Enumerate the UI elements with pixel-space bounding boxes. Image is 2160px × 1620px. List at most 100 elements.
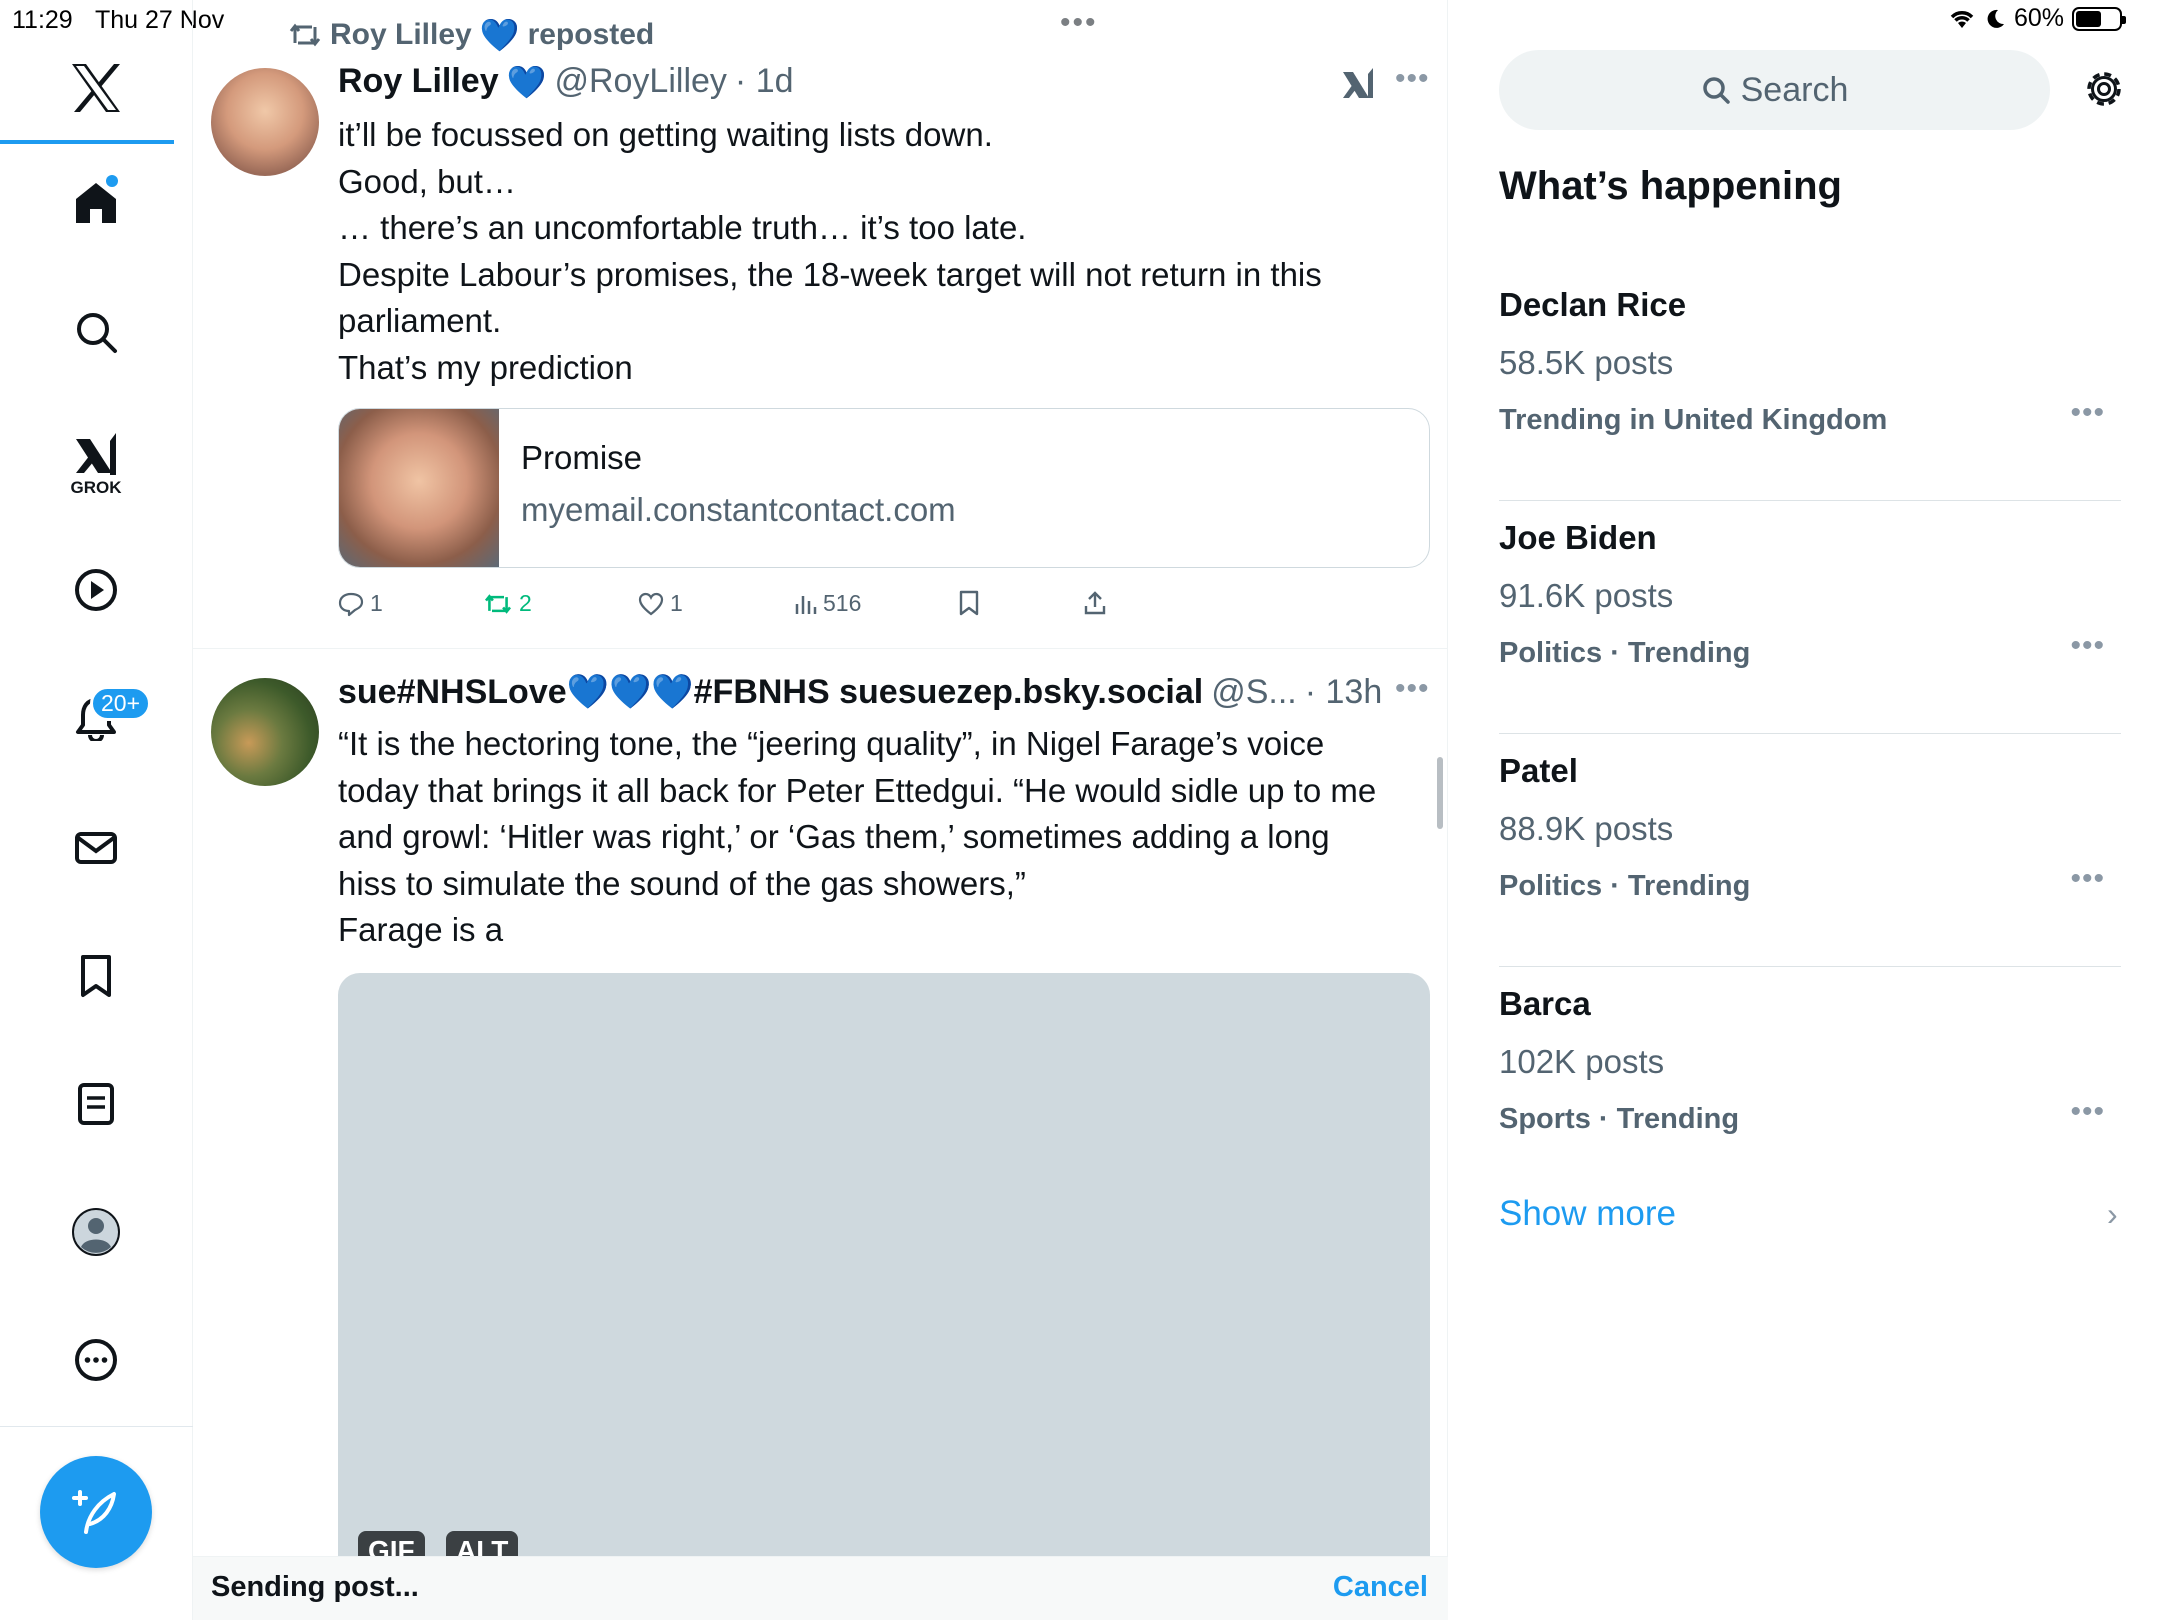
share-icon (1084, 591, 1106, 615)
home-unread-dot (106, 175, 118, 187)
trend-name: Joe Biden (1499, 519, 1657, 556)
trend-more-icon[interactable]: ••• (2070, 862, 2105, 896)
tweet-time: · 1d (734, 62, 794, 100)
more-options-icon[interactable] (70, 1334, 122, 1386)
tweet-divider (193, 648, 1448, 649)
trend-meta: Politics · Trending (1499, 637, 1751, 669)
repost-button[interactable]: 2 (483, 590, 532, 617)
blue-heart-emoji: 💙 (506, 63, 547, 100)
bookmarks-icon[interactable] (70, 950, 122, 1002)
trend-meta: Sports · Trending (1499, 1103, 1740, 1135)
reply-button[interactable]: 1 (338, 590, 383, 617)
tweet-more-icon[interactable]: ••• (1395, 62, 1430, 96)
trend-count: 58.5K posts (1499, 344, 1674, 381)
trend-item[interactable]: Patel 88.9K posts Politics · Trending ••… (1499, 734, 2121, 967)
trend-meta: Politics · Trending (1499, 870, 1751, 902)
link-card[interactable]: Promise myemail.constantcontact.com (338, 408, 1430, 568)
trend-name: Patel (1499, 752, 1578, 789)
trend-item[interactable]: Joe Biden 91.6K posts Politics · Trendin… (1499, 501, 2121, 734)
grok-explain-icon[interactable] (1341, 66, 1375, 100)
bookmark-button[interactable] (958, 590, 980, 616)
link-card-thumbnail (339, 409, 499, 567)
settings-gear-icon[interactable] (2079, 64, 2129, 114)
tweet-line: … there’s an uncomfortable truth… it’s t… (338, 209, 1027, 246)
notifications-badge: 20+ (90, 686, 152, 721)
grok-label: GROK (70, 478, 122, 497)
video-play-icon[interactable] (70, 564, 122, 616)
views-button[interactable]: 516 (793, 590, 861, 617)
author-name[interactable]: Roy Lilley (338, 62, 499, 101)
trend-count: 91.6K posts (1499, 577, 1674, 614)
tweet-line: “It is the hectoring tone, the “jeering … (338, 725, 1325, 762)
views-count: 516 (823, 590, 862, 616)
lists-icon[interactable] (70, 1078, 122, 1130)
tweet-line: and growl: ‘Hitler was right,’ or ‘Gas t… (338, 818, 1330, 855)
trend-more-icon[interactable]: ••• (2070, 1095, 2105, 1129)
trend-count: 102K posts (1499, 1043, 1665, 1080)
author-handle[interactable]: @RoyLilley (554, 62, 726, 101)
nav-divider (0, 1426, 193, 1427)
trend-more-icon[interactable]: ••• (2070, 396, 2105, 430)
repost-label: reposted (527, 18, 655, 51)
blue-heart-emoji: 💙 (479, 17, 520, 53)
tweet-text: “It is the hectoring tone, the “jeering … (338, 721, 1418, 954)
tweet-line: hiss to simulate the sound of the gas sh… (338, 864, 1026, 902)
author-avatar[interactable] (211, 68, 319, 176)
repost-icon (484, 593, 512, 614)
link-card-domain: myemail.constantcontact.com (521, 491, 956, 528)
repost-indicator: Roy Lilley 💙 reposted (288, 16, 654, 54)
messages-mail-icon[interactable] (70, 822, 122, 874)
grok-icon[interactable] (70, 428, 122, 480)
tweet-line: That’s my prediction (338, 348, 633, 386)
whats-happening-heading: What’s happening (1499, 164, 1842, 208)
search-icon (1702, 77, 1730, 104)
reply-count: 1 (370, 590, 383, 616)
trend-item[interactable]: Barca 102K posts Sports · Trending ••• (1499, 967, 2121, 1200)
tweet-line: Good, but… (338, 162, 516, 200)
repost-by-name[interactable]: Roy Lilley (330, 18, 472, 52)
author-avatar[interactable] (211, 678, 319, 786)
nav-active-underline (0, 140, 174, 144)
tweet-line: parliament. (338, 302, 502, 339)
search-input[interactable]: Search (1499, 50, 2050, 130)
tweet-line: today that brings it all back for Peter … (338, 771, 1377, 809)
repost-icon (289, 23, 321, 47)
like-count: 1 (670, 590, 683, 616)
bookmark-icon (959, 590, 979, 616)
search-icon[interactable] (70, 306, 122, 358)
tweet-text: it’ll be focussed on getting waiting lis… (338, 112, 1418, 391)
scrollbar[interactable] (1437, 757, 1443, 829)
timeline: Roy Lilley 💙 reposted Roy Lilley 💙 @RoyL… (193, 0, 1448, 1620)
trend-more-icon[interactable]: ••• (2070, 629, 2105, 663)
trend-name: Barca (1499, 985, 1591, 1022)
right-sidebar: Search What’s happening Declan Rice 58.5… (1449, 0, 2160, 1620)
tweet-line: Farage is a (338, 911, 504, 948)
like-button[interactable]: 1 (638, 590, 683, 617)
reply-icon (338, 592, 364, 616)
profile-avatar-icon[interactable] (70, 1206, 122, 1258)
share-button[interactable] (1083, 590, 1107, 616)
tweet-media-gif[interactable]: GIF ALT (338, 973, 1430, 1620)
trend-item[interactable]: Declan Rice 58.5K posts Trending in Unit… (1499, 268, 2121, 501)
sending-post-label: Sending post... (211, 1571, 419, 1603)
left-nav: GROK 20+ (0, 0, 193, 1620)
trend-count: 88.9K posts (1499, 810, 1674, 847)
tweet-line: it’ll be focussed on getting waiting lis… (338, 116, 993, 153)
x-logo-icon[interactable] (66, 58, 126, 118)
repost-count: 2 (519, 590, 532, 616)
compose-post-button[interactable] (40, 1456, 152, 1568)
author-handle[interactable]: @S... (1211, 673, 1297, 712)
author-name[interactable]: sue#NHSLove💙💙💙#FBNHS suesuezep.bsky.soci… (338, 672, 1203, 712)
search-placeholder: Search (1740, 70, 1849, 109)
tweet-line: Despite Labour’s promises, the 18-week t… (338, 255, 1322, 293)
trend-meta: Trending in United Kingdom (1499, 404, 1888, 436)
compose-feather-icon (72, 1490, 116, 1534)
tweet-more-icon[interactable]: ••• (1395, 672, 1430, 706)
chevron-right-icon[interactable]: › (2107, 1196, 2118, 1233)
show-more-link[interactable]: Show more (1499, 1194, 1676, 1234)
tweet-actions: 1 2 1 516 (338, 590, 1318, 630)
tweet-header: sue#NHSLove💙💙💙#FBNHS suesuezep.bsky.soci… (338, 672, 1382, 712)
trend-name: Declan Rice (1499, 286, 1687, 323)
cancel-sending-button[interactable]: Cancel (1333, 1571, 1428, 1604)
views-chart-icon (795, 595, 817, 614)
